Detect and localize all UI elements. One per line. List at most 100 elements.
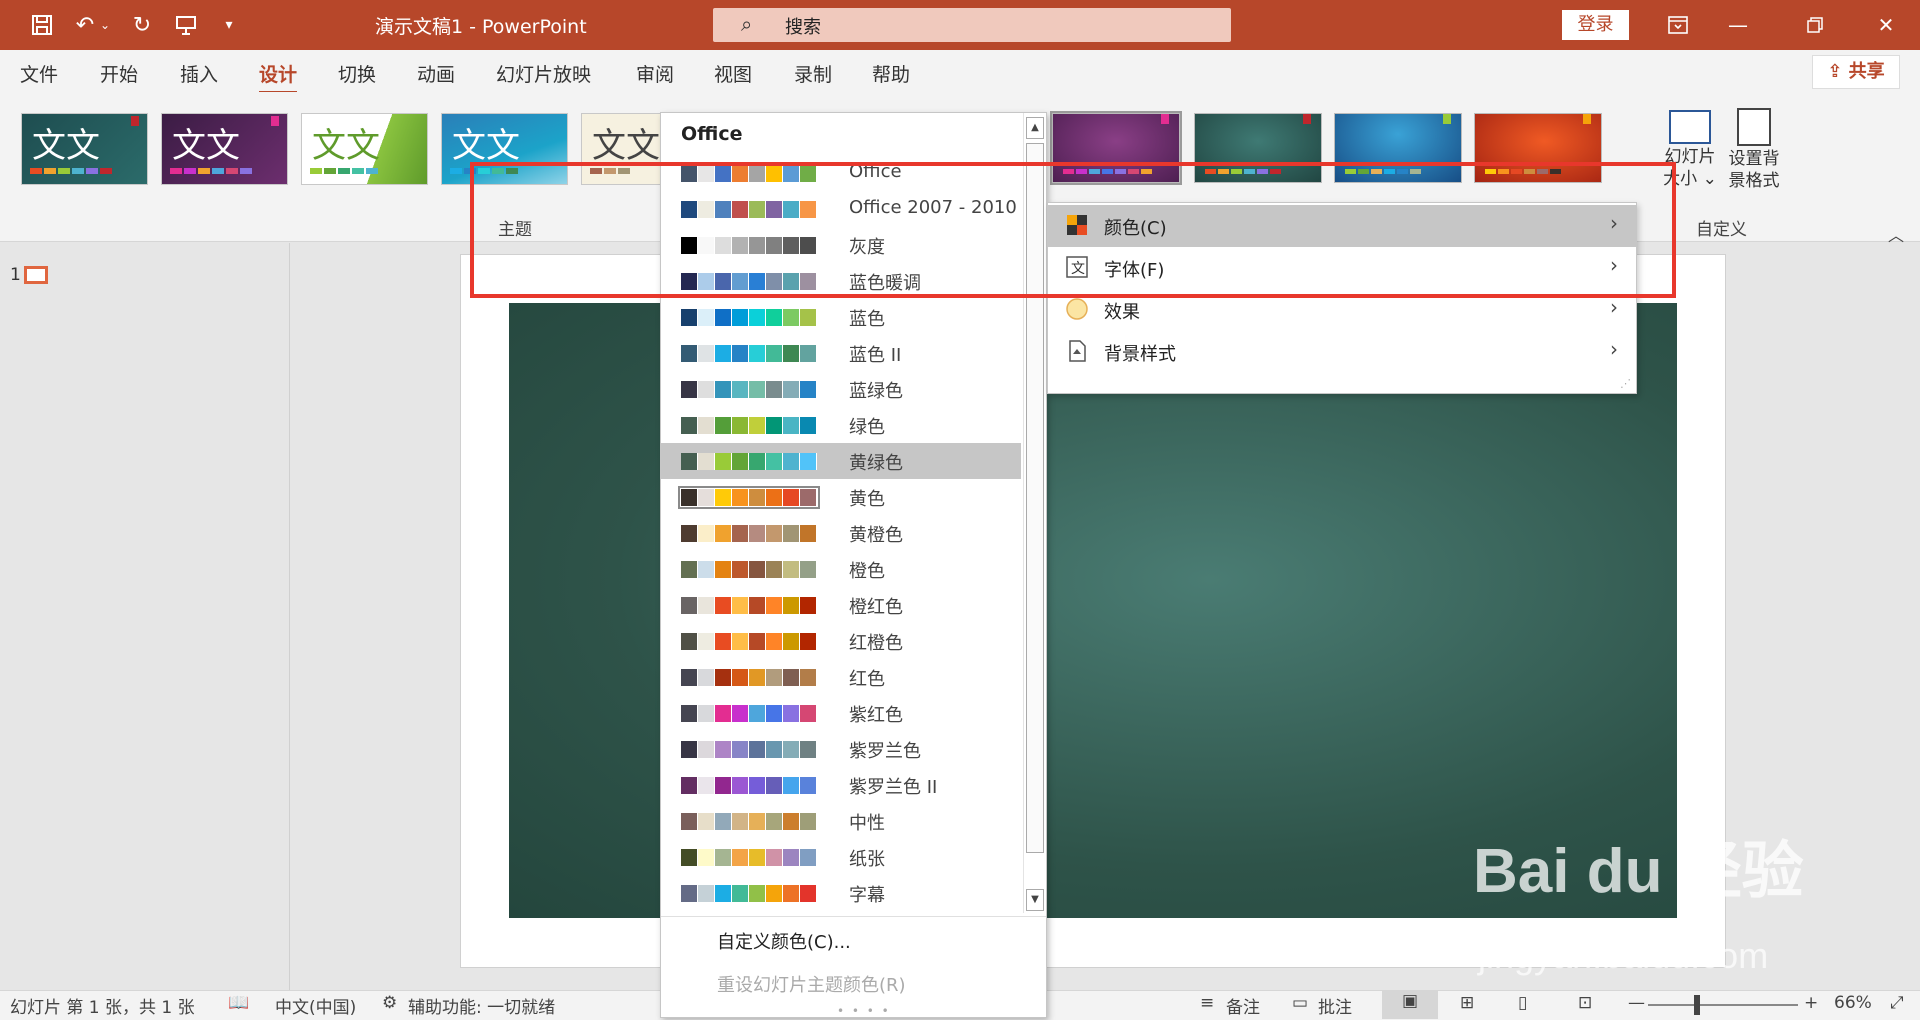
reading-view-icon[interactable]: ▯ <box>1518 993 1527 1013</box>
theme-color-dots <box>170 168 252 174</box>
undo-dropdown-icon[interactable]: ⌄ <box>98 10 112 40</box>
ribbon-display-options-icon[interactable] <box>1658 8 1698 42</box>
tab-view[interactable]: 视图 <box>714 60 752 87</box>
color-scheme-row[interactable]: 橙红色 <box>661 587 1021 623</box>
tab-review[interactable]: 审阅 <box>636 60 674 87</box>
resize-grip-icon[interactable]: ⋰ <box>1620 377 1631 390</box>
zoom-out-icon[interactable]: — <box>1628 993 1645 1013</box>
customize-quick-access-icon[interactable]: ▾ <box>214 10 244 40</box>
color-scheme-row[interactable]: 中性 <box>661 803 1021 839</box>
format-background-button[interactable]: 设置背 景格式 <box>1724 106 1784 200</box>
menu-item-background-styles[interactable]: 背景样式 › <box>1048 331 1636 373</box>
comments-icon[interactable]: ▭ <box>1292 993 1308 1013</box>
scroll-down-icon[interactable]: ▼ <box>1026 889 1044 911</box>
color-scheme-row[interactable]: 红色 <box>661 659 1021 695</box>
slide-sorter-icon[interactable]: ⊞ <box>1460 993 1474 1013</box>
normal-view-icon[interactable]: ▣ <box>1382 991 1438 1019</box>
accessibility-status[interactable]: 辅助功能: 一切就绪 <box>408 993 555 1018</box>
color-scheme-row[interactable]: 字幕 <box>661 875 1021 905</box>
theme-thumbnail-1[interactable]: 文文 <box>21 113 148 185</box>
menu-item-effects[interactable]: 效果 › <box>1048 289 1636 331</box>
restore-icon[interactable] <box>1795 8 1835 42</box>
tab-animations[interactable]: 动画 <box>417 60 455 87</box>
color-scheme-row[interactable]: 橙色 <box>661 551 1021 587</box>
color-swatch <box>732 741 749 758</box>
color-swatch <box>766 309 783 326</box>
undo-icon[interactable]: ↶ <box>70 10 100 40</box>
presentation-start-icon[interactable] <box>171 10 201 40</box>
slide-thumbnail[interactable] <box>24 266 48 284</box>
tab-slideshow[interactable]: 幻灯片放映 <box>496 60 591 87</box>
color-swatch <box>749 489 766 506</box>
tab-transitions[interactable]: 切换 <box>338 60 376 87</box>
color-scheme-row[interactable]: 灰度 <box>661 227 1021 263</box>
color-swatch <box>766 669 783 686</box>
language[interactable]: 中文(中国) <box>275 993 356 1018</box>
tab-home[interactable]: 开始 <box>100 60 138 87</box>
color-scheme-row[interactable]: 蓝色暖调 <box>661 263 1021 299</box>
color-scheme-row[interactable]: Office <box>661 155 1021 191</box>
fit-to-window-icon[interactable]: ⤢ <box>1890 993 1904 1013</box>
scrollbar-thumb[interactable] <box>1026 143 1044 853</box>
variant-thumbnail-3[interactable] <box>1334 113 1462 183</box>
theme-color-dots <box>450 168 518 174</box>
variant-color-dots <box>1205 169 1281 174</box>
share-button[interactable]: ⇪ 共享 <box>1812 55 1900 89</box>
color-scheme-row[interactable]: 黄橙色 <box>661 515 1021 551</box>
color-swatch <box>783 489 800 506</box>
color-scheme-row[interactable]: 黄绿色 <box>661 443 1021 479</box>
color-swatch <box>681 345 698 362</box>
save-icon[interactable] <box>27 10 57 40</box>
notes-icon[interactable]: ≡ <box>1200 993 1214 1013</box>
color-scheme-row[interactable]: 蓝绿色 <box>661 371 1021 407</box>
minimize-icon[interactable]: — <box>1718 8 1758 42</box>
color-scheme-row[interactable]: 黄色 <box>661 479 1021 515</box>
redo-icon[interactable]: ↻ <box>127 10 157 40</box>
tab-file[interactable]: 文件 <box>20 60 58 87</box>
close-icon[interactable]: ✕ <box>1866 8 1906 42</box>
resize-grip-icon[interactable]: • • • • <box>837 1004 891 1018</box>
zoom-slider-thumb[interactable] <box>1694 995 1700 1015</box>
scroll-up-icon[interactable]: ▲ <box>1026 117 1044 139</box>
slide-size-button[interactable]: 幻灯片 大小 ⌄ <box>1660 106 1720 200</box>
theme-thumbnail-3[interactable]: 文文 <box>301 113 428 185</box>
collapse-ribbon-icon[interactable]: ︿ <box>1888 222 1904 246</box>
variant-thumbnail-2[interactable] <box>1194 113 1322 183</box>
menu-item-fonts[interactable]: 文 字体(F) › <box>1048 247 1636 289</box>
color-scheme-row[interactable]: 蓝色 <box>661 299 1021 335</box>
color-scheme-row[interactable]: 红橙色 <box>661 623 1021 659</box>
accessibility-icon[interactable]: ⚙ <box>382 993 397 1013</box>
login-button[interactable]: 登录 <box>1562 10 1629 40</box>
theme-glyph: 文文 <box>312 126 380 166</box>
tab-record[interactable]: 录制 <box>794 60 832 87</box>
color-scheme-row[interactable]: 紫罗兰色 <box>661 731 1021 767</box>
variant-thumbnail-1[interactable] <box>1050 111 1182 185</box>
spell-check-icon[interactable]: 📖 <box>228 993 249 1013</box>
color-scheme-row[interactable]: 纸张 <box>661 839 1021 875</box>
zoom-level[interactable]: 66% <box>1834 993 1872 1013</box>
menu-item-colors[interactable]: 颜色(C) › <box>1048 205 1636 247</box>
zoom-in-icon[interactable]: + <box>1804 993 1818 1013</box>
color-scheme-row[interactable]: 绿色 <box>661 407 1021 443</box>
color-scheme-row[interactable]: Office 2007 - 2010 <box>661 191 1021 227</box>
customize-colors-item[interactable]: 自定义颜色(C)... <box>717 928 851 954</box>
tab-insert[interactable]: 插入 <box>180 60 218 87</box>
color-scheme-row[interactable]: 紫红色 <box>661 695 1021 731</box>
tab-help[interactable]: 帮助 <box>872 60 910 87</box>
color-swatch <box>800 273 817 290</box>
search-input[interactable]: ⌕ 搜索 <box>713 8 1231 42</box>
color-swatch <box>715 417 732 434</box>
theme-thumbnail-4[interactable]: 文文 <box>441 113 568 185</box>
zoom-slider[interactable] <box>1648 1004 1798 1006</box>
theme-thumbnail-5[interactable]: 文文 <box>581 113 661 185</box>
theme-thumbnail-2[interactable]: 文文 <box>161 113 288 185</box>
tab-design[interactable]: 设计 <box>259 60 298 95</box>
notes-button[interactable]: 备注 <box>1226 993 1260 1018</box>
color-scheme-row[interactable]: 紫罗兰色 II <box>661 767 1021 803</box>
color-swatch <box>800 705 817 722</box>
slideshow-view-icon[interactable]: ⊡ <box>1578 993 1592 1013</box>
variant-thumbnail-4[interactable] <box>1474 113 1602 183</box>
color-scheme-row[interactable]: 蓝色 II <box>661 335 1021 371</box>
comments-button[interactable]: 批注 <box>1318 993 1352 1018</box>
color-swatch <box>766 453 783 470</box>
